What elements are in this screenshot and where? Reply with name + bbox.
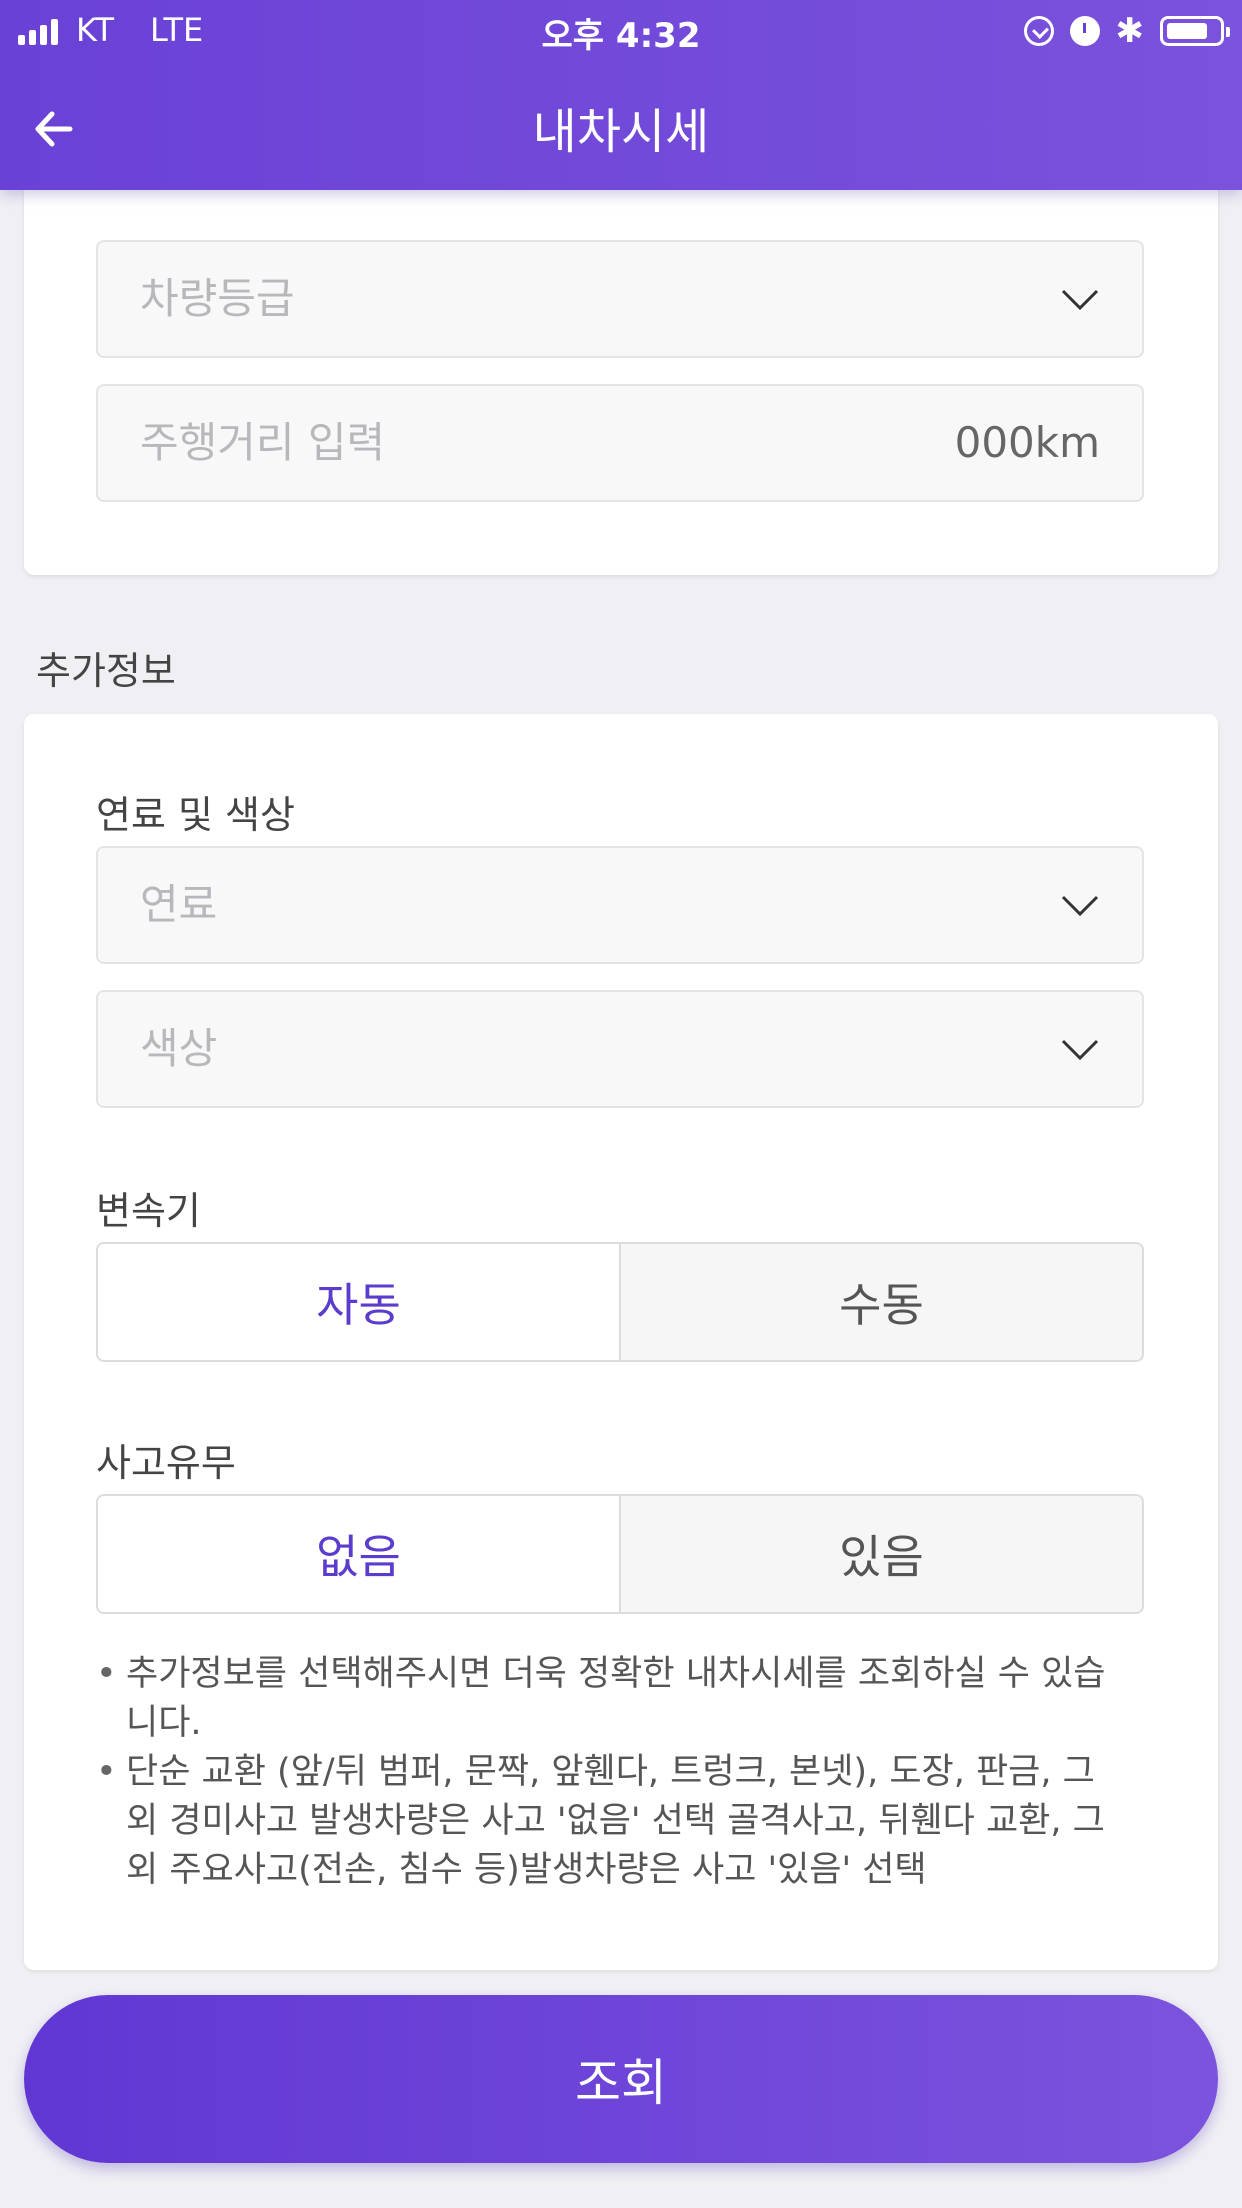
fuel-color-label: 연료 및 색상: [96, 793, 295, 837]
fuel-placeholder: 연료: [140, 880, 218, 929]
accident-toggle: 없음 있음: [96, 1494, 1144, 1614]
chevron-down-icon: [1061, 1039, 1099, 1061]
accident-label: 사고유무: [96, 1441, 236, 1485]
accident-option-yes[interactable]: 있음: [619, 1496, 1142, 1612]
status-right: ✱: [1023, 11, 1230, 51]
mileage-placeholder: 주행거리 입력: [140, 418, 386, 467]
color-select[interactable]: 색상: [96, 990, 1144, 1108]
accident-option-none[interactable]: 없음: [98, 1496, 619, 1612]
mileage-input[interactable]: 주행거리 입력 000km: [96, 384, 1144, 502]
chevron-down-icon: [1061, 289, 1099, 311]
grade-select[interactable]: 차량등급: [96, 240, 1144, 358]
transmission-toggle: 자동 수동: [96, 1242, 1144, 1362]
battery-icon: [1160, 16, 1230, 46]
note-item: 추가정보를 선택해주시면 더욱 정확한 내차시세를 조회하실 수 있습니다.: [96, 1650, 1126, 1748]
status-bar: KT LTE 오후 4:32 ✱: [0, 0, 1242, 60]
transmission-option-auto[interactable]: 자동: [98, 1244, 619, 1360]
alarm-icon: [1069, 16, 1100, 46]
grade-placeholder: 차량등급: [140, 274, 295, 323]
info-notes: 추가정보를 선택해주시면 더욱 정확한 내차시세를 조회하실 수 있습니다. 단…: [96, 1650, 1126, 1895]
transmission-label: 변속기: [96, 1189, 201, 1233]
submit-button[interactable]: 조회: [24, 1995, 1218, 2163]
note-item: 단순 교환 (앞/뒤 범퍼, 문짝, 앞휀다, 트렁크, 본넷), 도장, 판금…: [96, 1748, 1126, 1895]
page-title: 내차시세: [532, 104, 710, 160]
vehicle-info-card: 차량등급 주행거리 입력 000km: [24, 100, 1218, 575]
section-title-additional-info: 추가정보: [36, 649, 176, 693]
mileage-unit-placeholder: 000km: [954, 418, 1100, 467]
bluetooth-icon: ✱: [1115, 11, 1145, 51]
color-placeholder: 색상: [140, 1024, 218, 1073]
app-header: KT LTE 오후 4:32 ✱ 내차시세: [0, 0, 1242, 190]
transmission-option-manual[interactable]: 수동: [619, 1244, 1142, 1360]
chevron-down-icon: [1061, 895, 1099, 917]
rotation-lock-icon: [1023, 16, 1054, 46]
fuel-select[interactable]: 연료: [96, 846, 1144, 964]
